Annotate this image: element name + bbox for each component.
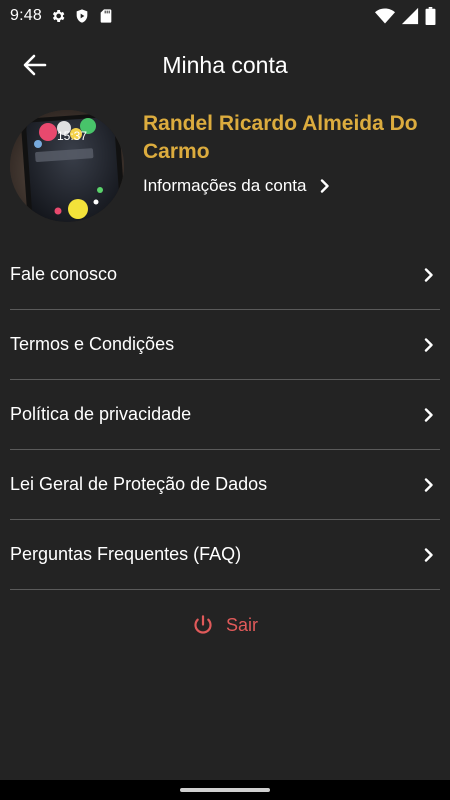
page-title: Minha conta — [162, 51, 288, 78]
sd-card-icon — [100, 9, 112, 23]
arrow-left-icon — [23, 54, 47, 76]
menu-item-label: Perguntas Frequentes (FAQ) — [10, 544, 242, 564]
status-right — [375, 7, 436, 25]
menu-item-lgpd[interactable]: Lei Geral de Proteção de Dados — [10, 450, 440, 520]
logout-button[interactable]: Sair — [0, 608, 450, 642]
menu-item-faq[interactable]: Perguntas Frequentes (FAQ) — [10, 520, 440, 590]
signal-icon — [401, 7, 419, 25]
account-menu: Fale conosco Termos e Condições Política… — [10, 240, 440, 590]
status-time: 9:48 — [10, 7, 42, 24]
chevron-right-icon — [321, 179, 330, 193]
home-indicator[interactable] — [180, 788, 270, 792]
account-info-link[interactable]: Informações da conta — [143, 176, 440, 196]
chevron-right-icon — [424, 267, 433, 282]
wifi-icon — [375, 8, 395, 24]
app-bar: Minha conta — [0, 32, 450, 98]
lockscreen-time: 15:37 — [57, 129, 87, 143]
profile-info: Randel Ricardo Almeida Do Carmo Informaç… — [143, 110, 440, 196]
logout-label: Sair — [225, 614, 258, 635]
menu-item-label: Política de privacidade — [10, 404, 192, 424]
status-left: 9:48 — [10, 7, 114, 25]
menu-item-label: Lei Geral de Proteção de Dados — [10, 474, 268, 494]
menu-item-contact[interactable]: Fale conosco — [10, 240, 440, 310]
avatar-photo: 15:37 — [10, 110, 124, 222]
battery-icon — [425, 7, 436, 25]
chevron-right-icon — [424, 477, 433, 492]
account-info-label: Informações da conta — [143, 176, 307, 195]
menu-item-label: Termos e Condições — [10, 334, 175, 354]
power-icon — [194, 615, 212, 634]
system-nav-bar — [0, 780, 450, 800]
menu-item-terms[interactable]: Termos e Condições — [10, 310, 440, 380]
menu-item-privacy[interactable]: Política de privacidade — [10, 380, 440, 450]
menu-item-label: Fale conosco — [10, 264, 118, 284]
gear-icon — [52, 10, 65, 22]
chevron-right-icon — [424, 547, 433, 562]
chevron-right-icon — [424, 407, 433, 422]
user-name: Randel Ricardo Almeida Do Carmo — [143, 112, 418, 163]
profile-section: 15:37 Randel Ricardo Almeida Do Carmo In… — [10, 110, 440, 224]
avatar[interactable]: 15:37 — [10, 110, 124, 222]
chevron-right-icon — [424, 337, 433, 352]
shield-play-icon — [76, 9, 88, 23]
status-bar: 9:48 — [0, 0, 450, 32]
back-button[interactable] — [18, 50, 52, 80]
